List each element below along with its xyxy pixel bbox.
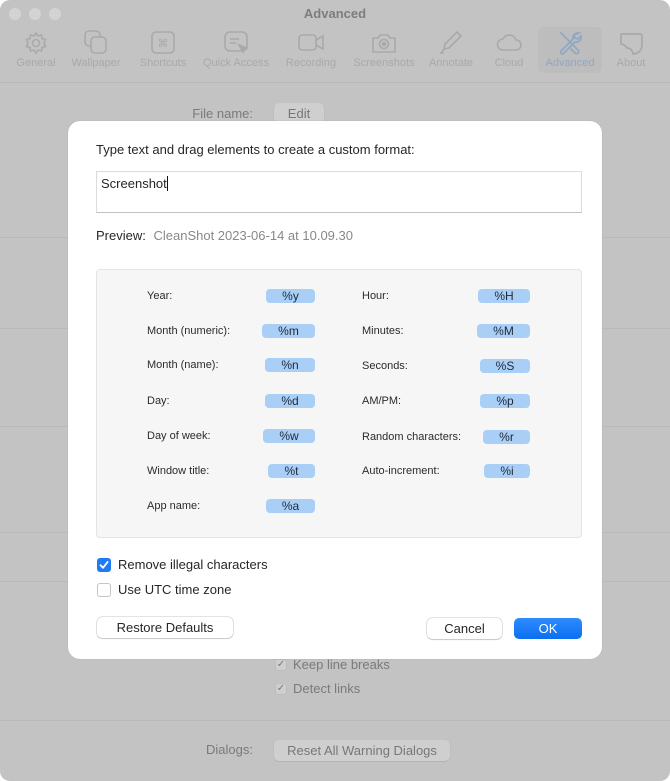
tab-label: General [16,57,56,69]
token-month-name[interactable]: %n [265,358,315,372]
tab-recording[interactable]: Recording [276,27,346,73]
token-year[interactable]: %y [266,289,315,303]
tab-screenshots[interactable]: Screenshots [346,27,422,73]
token-day[interactable]: %d [265,394,315,408]
tab-label: Annotate [428,57,474,69]
checkmark-icon [99,560,109,569]
keep-line-breaks-checkbox[interactable]: ✓ Keep line breaks [275,657,390,672]
tab-wallpaper[interactable]: Wallpaper [62,27,130,73]
preview-row: Preview: CleanShot 2023-06-14 at 10.09.3… [96,228,353,243]
token-label-seconds: Seconds: [362,360,408,372]
tab-annotate[interactable]: Annotate [422,27,480,73]
tab-label: Screenshots [353,57,415,69]
token-label-year: Year: [147,290,173,302]
titlebar-divider [0,82,670,83]
checkbox-checked [97,557,111,572]
gear-icon [25,31,47,55]
tools-icon [559,32,583,55]
use-utc-time-zone-label: Use UTC time zone [118,582,232,597]
tab-label: Quick Access [202,57,270,69]
window-title: Advanced [303,6,367,21]
camera-icon [372,34,396,53]
svg-text:⌘: ⌘ [158,37,169,50]
dialogs-label: Dialogs: [206,742,253,757]
reset-warning-dialogs-button[interactable]: Reset All Warning Dialogs [274,740,450,761]
checkmark-icon: ✓ [275,658,287,671]
dialog-instructions: Type text and drag elements to create a … [96,142,415,157]
token-label-window-title: Window title: [147,465,210,477]
cloud-icon [496,34,522,51]
tab-quick-access[interactable]: Quick Access [196,27,276,73]
preview-label: Preview: [96,228,146,243]
checkmark-icon: ✓ [275,682,287,695]
format-tokens-panel: Year: %y Month (numeric): %m Month (name… [96,269,582,538]
tab-shortcuts[interactable]: ⌘ Shortcuts [130,27,196,73]
token-am-pm[interactable]: %p [480,394,530,408]
token-minutes[interactable]: %M [477,324,530,338]
remove-illegal-characters-checkbox[interactable]: Remove illegal characters [97,557,268,572]
tab-label: Cloud [494,57,524,69]
tab-cloud[interactable]: Cloud [480,27,538,73]
preview-value: CleanShot 2023-06-14 at 10.09.30 [153,228,353,243]
token-window-title[interactable]: %t [268,464,315,478]
tab-label: Wallpaper [71,57,121,69]
format-value: Screenshot [101,176,167,191]
token-label-hour: Hour: [362,290,389,302]
use-utc-time-zone-checkbox[interactable]: Use UTC time zone [97,582,231,597]
tab-advanced[interactable]: Advanced [538,27,602,73]
token-month-numeric[interactable]: %m [262,324,315,338]
about-icon [620,33,643,55]
token-label-minutes: Minutes: [362,325,404,337]
wallpaper-icon [84,30,107,54]
checkbox-unchecked [97,582,111,597]
tab-general[interactable]: General [10,27,62,73]
token-label-month-name: Month (name): [147,359,219,371]
token-day-of-week[interactable]: %w [263,429,315,443]
ok-button[interactable]: OK [514,618,582,639]
preferences-toolbar: General Wallpaper ⌘ Shortcuts Quick Acce… [10,27,660,73]
tab-label: Shortcuts [139,57,187,69]
keep-line-breaks-label: Keep line breaks [293,657,390,672]
tab-label: About [616,57,646,69]
restore-defaults-button[interactable]: Restore Defaults [97,617,233,638]
token-auto-increment[interactable]: %i [484,464,530,478]
tab-about[interactable]: About [602,27,660,73]
command-key-icon: ⌘ [151,31,175,54]
token-app-name[interactable]: %a [266,499,315,513]
token-label-day-of-week: Day of week: [147,430,211,442]
token-label-day: Day: [147,395,170,407]
token-label-random-characters: Random characters: [362,431,462,443]
highlighter-icon [439,30,463,54]
token-seconds[interactable]: %S [480,359,530,373]
detect-links-checkbox[interactable]: ✓ Detect links [275,681,360,696]
section-divider [0,720,670,721]
format-text-field[interactable]: Screenshot [96,171,582,213]
text-caret [166,176,168,191]
token-label-auto-increment: Auto-increment: [362,465,440,477]
token-label-month-numeric: Month (numeric): [147,325,231,337]
custom-format-dialog: Type text and drag elements to create a … [68,121,602,659]
file-name-label: File name: [192,106,253,121]
token-hour[interactable]: %H [478,289,530,303]
cancel-button[interactable]: Cancel [427,618,502,639]
titlebar: Advanced General Wallpaper ⌘ Shortcuts Q… [0,0,670,82]
remove-illegal-characters-label: Remove illegal characters [118,557,268,572]
token-label-am-pm: AM/PM: [362,395,402,407]
token-label-app-name: App name: [147,500,201,512]
detect-links-label: Detect links [293,681,361,696]
tab-label: Recording [285,57,337,69]
tab-label: Advanced [545,57,595,69]
video-camera-icon [298,34,324,51]
token-random-characters[interactable]: %r [483,430,530,444]
quick-access-icon [224,31,250,54]
